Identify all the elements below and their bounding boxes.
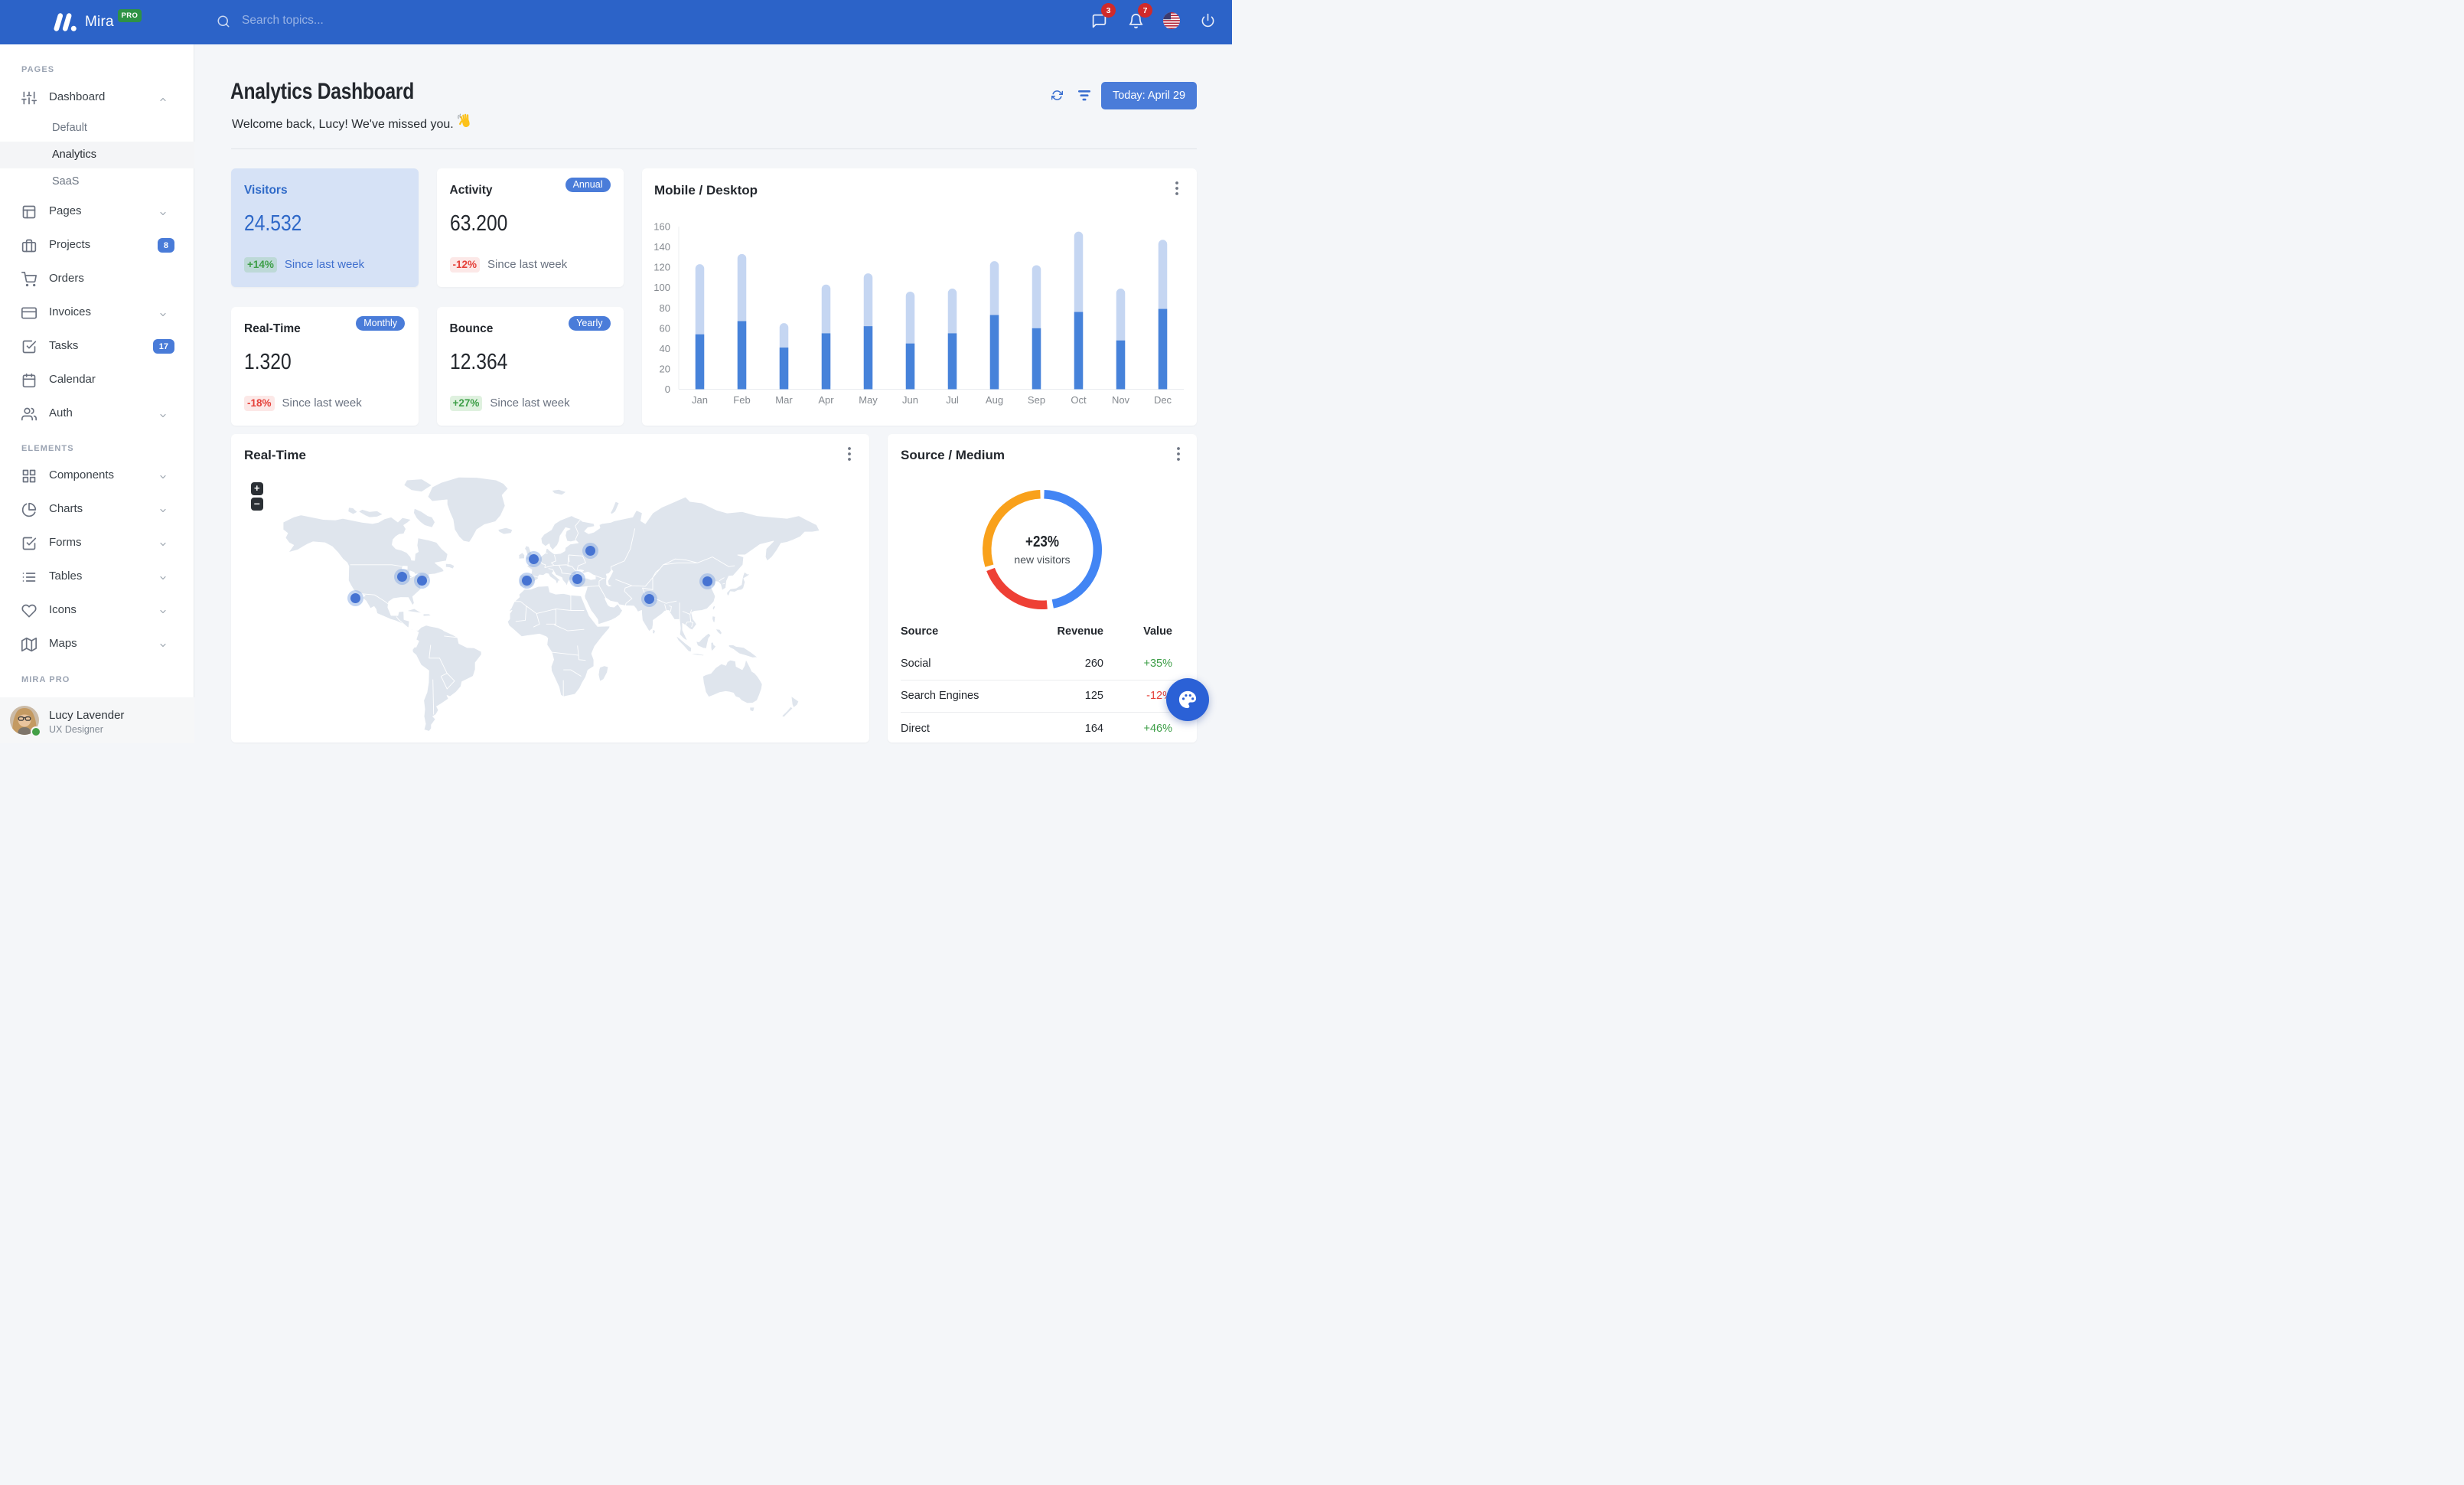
svg-text:60: 60 [660,322,670,334]
svg-text:80: 80 [660,302,670,313]
svg-text:160: 160 [653,220,670,232]
svg-text:Feb: Feb [733,394,750,406]
svg-text:Aug: Aug [986,394,1003,406]
svg-text:May: May [859,394,878,406]
svg-text:20: 20 [660,363,670,374]
svg-text:Oct: Oct [1071,394,1087,406]
svg-text:120: 120 [653,261,670,273]
svg-text:Jan: Jan [692,394,708,406]
svg-text:0: 0 [665,383,670,395]
svg-text:Mar: Mar [775,394,793,406]
svg-text:Dec: Dec [1154,394,1172,406]
svg-text:40: 40 [660,342,670,354]
svg-text:Jun: Jun [902,394,918,406]
svg-text:Jul: Jul [946,394,959,406]
svg-text:140: 140 [653,241,670,253]
svg-text:Apr: Apr [818,394,834,406]
svg-text:Sep: Sep [1028,394,1045,406]
svg-text:Nov: Nov [1112,394,1130,406]
svg-text:100: 100 [653,282,670,293]
